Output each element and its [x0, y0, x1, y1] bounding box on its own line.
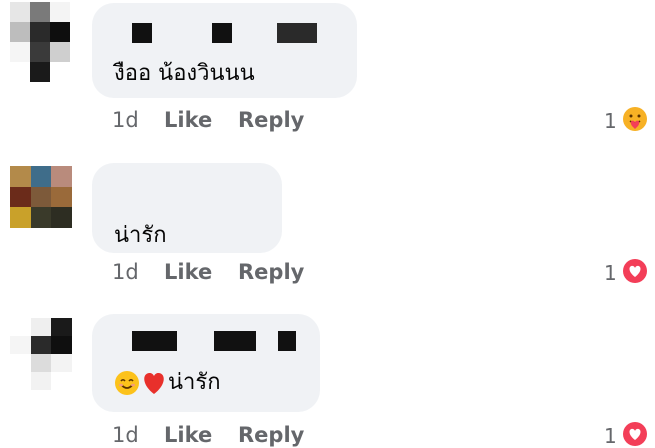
comment-time[interactable]: 1d — [112, 108, 139, 132]
comment-1: งืออ น้องวินนน 1d Like Reply 1 — [0, 0, 655, 150]
redacted-author-name — [132, 23, 347, 43]
like-button[interactable]: Like — [164, 423, 212, 447]
redacted-author-name — [132, 331, 302, 351]
comment-text: งืออ น้องวินนน — [114, 61, 255, 86]
reaction-count[interactable]: 1 — [604, 109, 617, 133]
reaction-count[interactable]: 1 — [604, 424, 617, 448]
like-button[interactable]: Like — [164, 108, 212, 132]
avatar[interactable] — [10, 166, 72, 228]
love-icon[interactable] — [622, 421, 648, 447]
comment-time[interactable]: 1d — [112, 423, 139, 447]
care-icon[interactable] — [622, 106, 648, 132]
avatar[interactable] — [10, 318, 72, 390]
comment-text-value: น่ารัก — [168, 370, 221, 395]
comment-bubble: งืออ น้องวินนน — [92, 3, 357, 98]
reply-button[interactable]: Reply — [238, 423, 304, 447]
comment-bubble: น่ารัก — [92, 163, 282, 253]
comment-3: น่ารัก 1d Like Reply 1 — [0, 300, 655, 448]
reply-button[interactable]: Reply — [238, 260, 304, 284]
avatar[interactable] — [10, 2, 70, 82]
comment-text: น่ารัก — [114, 370, 221, 396]
like-button[interactable]: Like — [164, 260, 212, 284]
comment-2: น่ารัก 1d Like Reply 1 — [0, 150, 655, 300]
reaction-count[interactable]: 1 — [604, 261, 617, 285]
comment-bubble: น่ารัก — [92, 314, 320, 412]
love-icon[interactable] — [622, 258, 648, 284]
smiling-face-icon — [115, 371, 139, 395]
reply-button[interactable]: Reply — [238, 108, 304, 132]
red-heart-icon — [144, 372, 164, 394]
comment-text: น่ารัก — [114, 223, 167, 248]
comment-time[interactable]: 1d — [112, 260, 139, 284]
